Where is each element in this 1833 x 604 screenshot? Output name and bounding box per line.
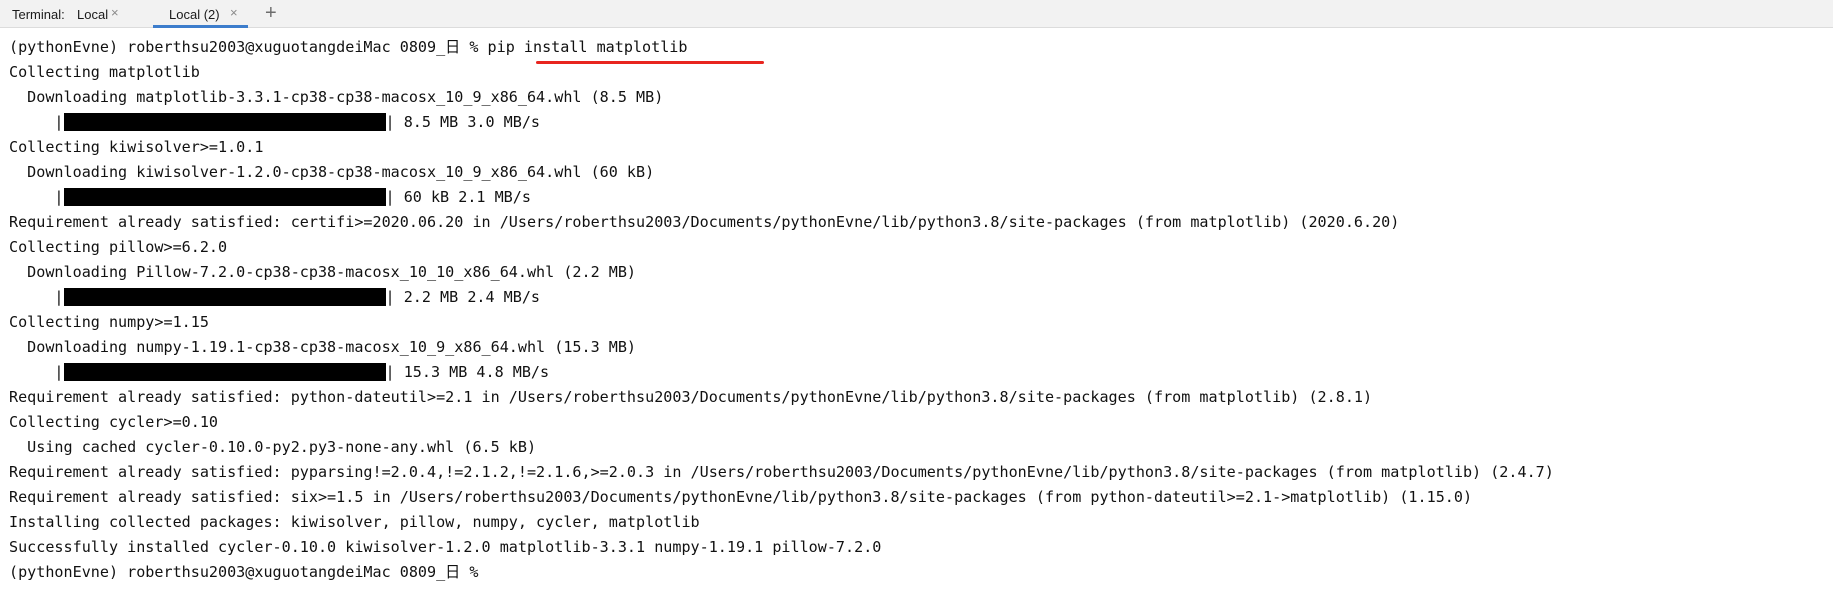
terminal-progress-line: | | 8.5 MB 3.0 MB/s [9, 110, 1833, 135]
terminal-line: Collecting numpy>=1.15 [9, 313, 209, 331]
terminal-tab-bar: Terminal: Local × Local (2) × + [0, 0, 1833, 28]
terminal-line: Installing collected packages: kiwisolve… [9, 513, 700, 531]
terminal-line: Collecting kiwisolver>=1.0.1 [9, 138, 264, 156]
close-icon[interactable]: × [111, 5, 119, 20]
tab-local-2-label: Local (2) [169, 7, 220, 22]
progress-bar-fill [63, 288, 386, 306]
terminal-line: Collecting pillow>=6.2.0 [9, 238, 228, 256]
progress-bar-stats: | 2.2 MB 2.4 MB/s [385, 288, 541, 306]
terminal-progress-line: | | 60 kB 2.1 MB/s [9, 185, 1833, 210]
terminal-progress-line: | | 15.3 MB 4.8 MB/s [9, 360, 1833, 385]
add-tab-icon[interactable]: + [265, 3, 277, 23]
terminal-line: Collecting matplotlib [9, 63, 200, 81]
progress-bar-fill [63, 188, 386, 206]
terminal-line-prompt: (pythonEvne) roberthsu2003@xuguotangdeiM… [9, 563, 488, 581]
tab-local[interactable]: Local × [74, 0, 132, 28]
progress-bar-fill [63, 113, 386, 131]
terminal-title-label: Terminal: [12, 7, 65, 22]
tab-local-2[interactable]: Local (2) × [153, 0, 248, 28]
terminal-line: Successfully installed cycler-0.10.0 kiw… [9, 538, 882, 556]
terminal-line: Requirement already satisfied: python-da… [9, 388, 1373, 406]
terminal-line: Requirement already satisfied: pyparsing… [9, 463, 1554, 481]
progress-bar-prefix: | [9, 113, 64, 131]
terminal-output[interactable]: (pythonEvne) roberthsu2003@xuguotangdeiM… [9, 35, 1833, 604]
terminal-line: Using cached cycler-0.10.0-py2.py3-none-… [9, 438, 537, 456]
terminal-line: Requirement already satisfied: certifi>=… [9, 213, 1400, 231]
progress-bar-prefix: | [9, 363, 64, 381]
progress-bar-stats: | 8.5 MB 3.0 MB/s [385, 113, 541, 131]
terminal-line: Collecting cycler>=0.10 [9, 413, 219, 431]
progress-bar-fill [63, 363, 386, 381]
terminal-line: Downloading Pillow-7.2.0-cp38-cp38-macos… [9, 263, 637, 281]
terminal-progress-line: | | 2.2 MB 2.4 MB/s [9, 285, 1833, 310]
terminal-line-prompt: (pythonEvne) roberthsu2003@xuguotangdeiM… [9, 38, 688, 56]
terminal-line: Requirement already satisfied: six>=1.5 … [9, 488, 1473, 506]
terminal-line: Downloading numpy-1.19.1-cp38-cp38-macos… [9, 338, 637, 356]
command-highlight-underline [536, 61, 764, 64]
tab-local-label: Local [77, 7, 109, 22]
terminal-line: Downloading matplotlib-3.3.1-cp38-cp38-m… [9, 88, 664, 106]
terminal-line: Downloading kiwisolver-1.2.0-cp38-cp38-m… [9, 163, 655, 181]
progress-bar-prefix: | [9, 188, 64, 206]
progress-bar-stats: | 15.3 MB 4.8 MB/s [385, 363, 550, 381]
progress-bar-stats: | 60 kB 2.1 MB/s [385, 188, 531, 206]
close-icon[interactable]: × [230, 5, 238, 20]
progress-bar-prefix: | [9, 288, 64, 306]
